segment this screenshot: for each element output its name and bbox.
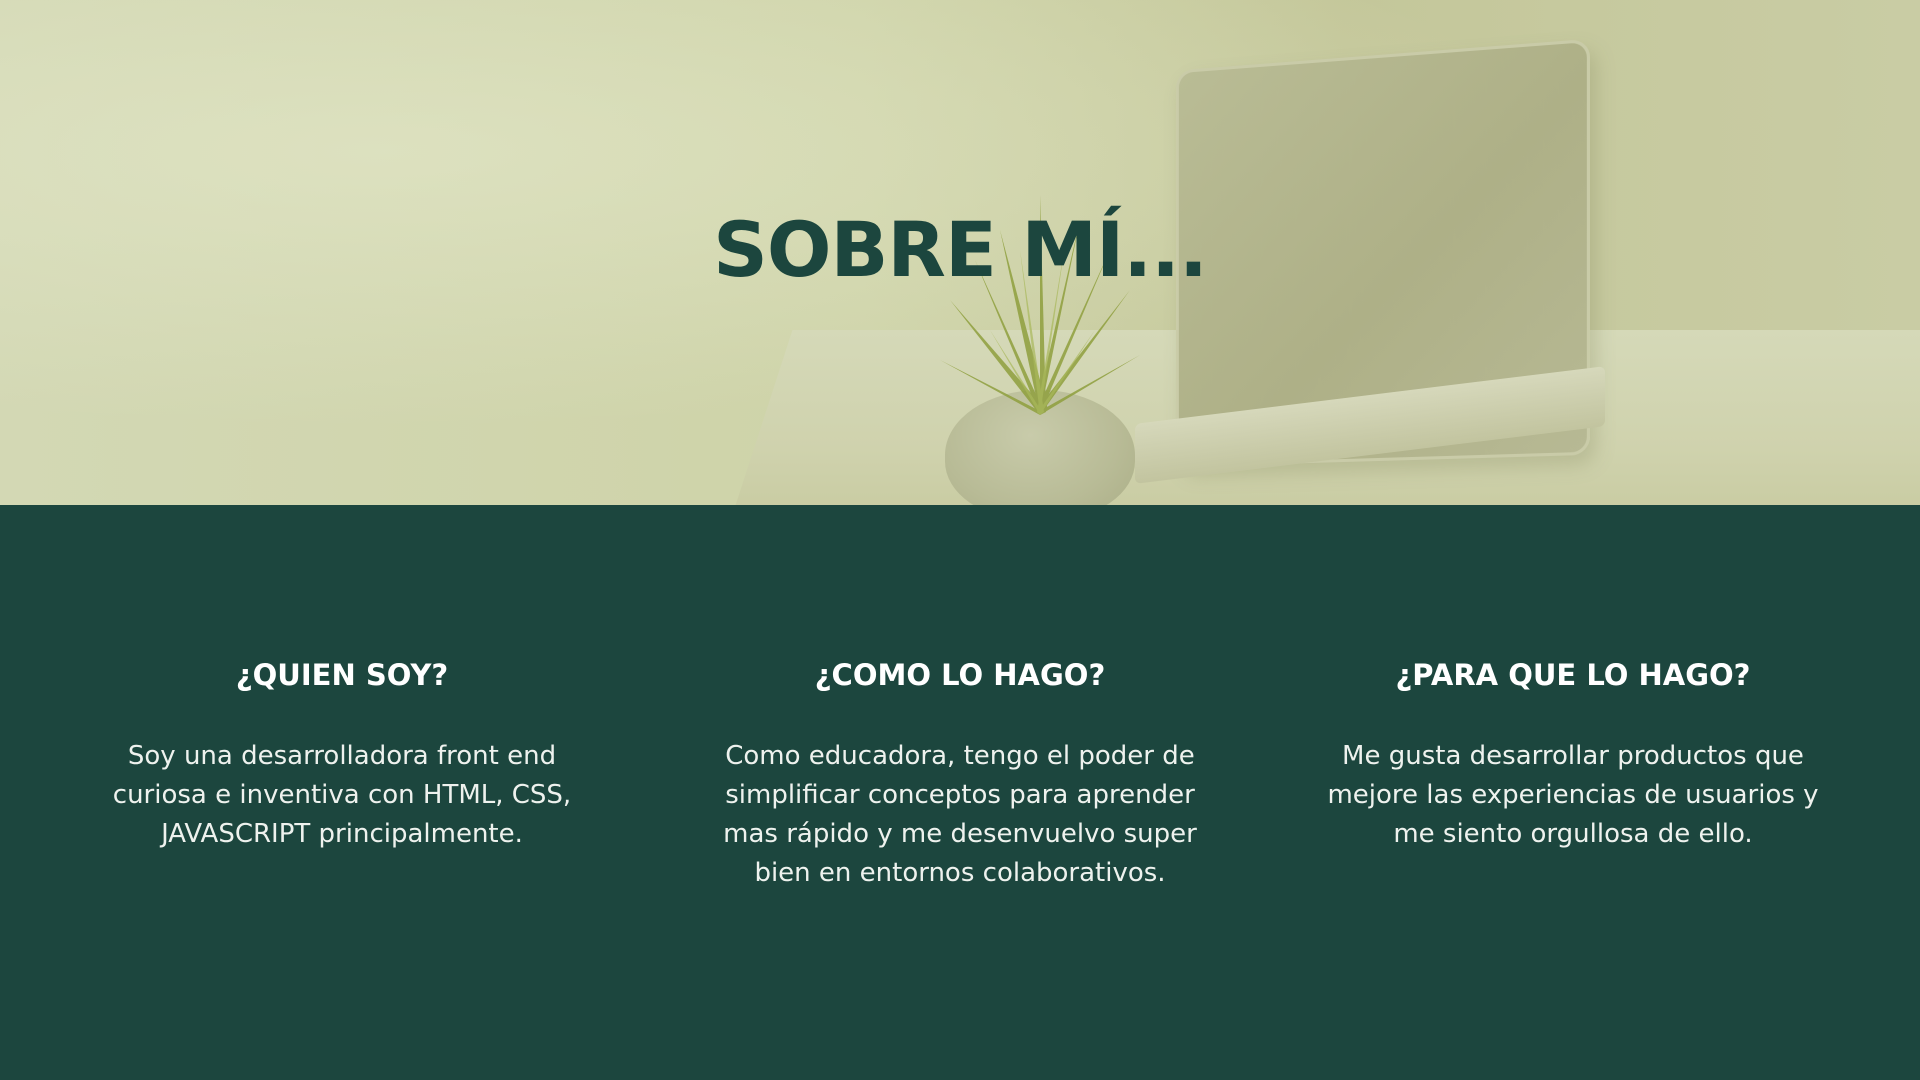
column-heading: ¿QUIEN SOY? [235,658,449,692]
column-how-i-do-it: ¿COMO LO HAGO? Como educadora, tengo el … [710,655,1210,893]
column-text: Me gusta desarrollar productos que mejor… [1327,741,1819,849]
page-title: SOBRE MÍ... [713,205,1208,294]
column-text: Soy una desarrolladora front end curiosa… [112,741,572,849]
column-heading: ¿COMO LO HAGO? [814,658,1106,692]
column-why-i-do-it: ¿PARA QUE LO HAGO? Me gusta desarrollar … [1323,655,1823,854]
column-heading: ¿PARA QUE LO HAGO? [1395,658,1751,692]
hero-banner: SOBRE MÍ... [0,0,1920,505]
column-text: Como educadora, tengo el poder de simpli… [723,741,1197,888]
about-page: SOBRE MÍ... ¿QUIEN SOY? Soy una desarrol… [0,0,1920,1080]
about-columns: ¿QUIEN SOY? Soy una desarrolladora front… [0,505,1920,1080]
column-who-am-i: ¿QUIEN SOY? Soy una desarrolladora front… [92,655,592,854]
